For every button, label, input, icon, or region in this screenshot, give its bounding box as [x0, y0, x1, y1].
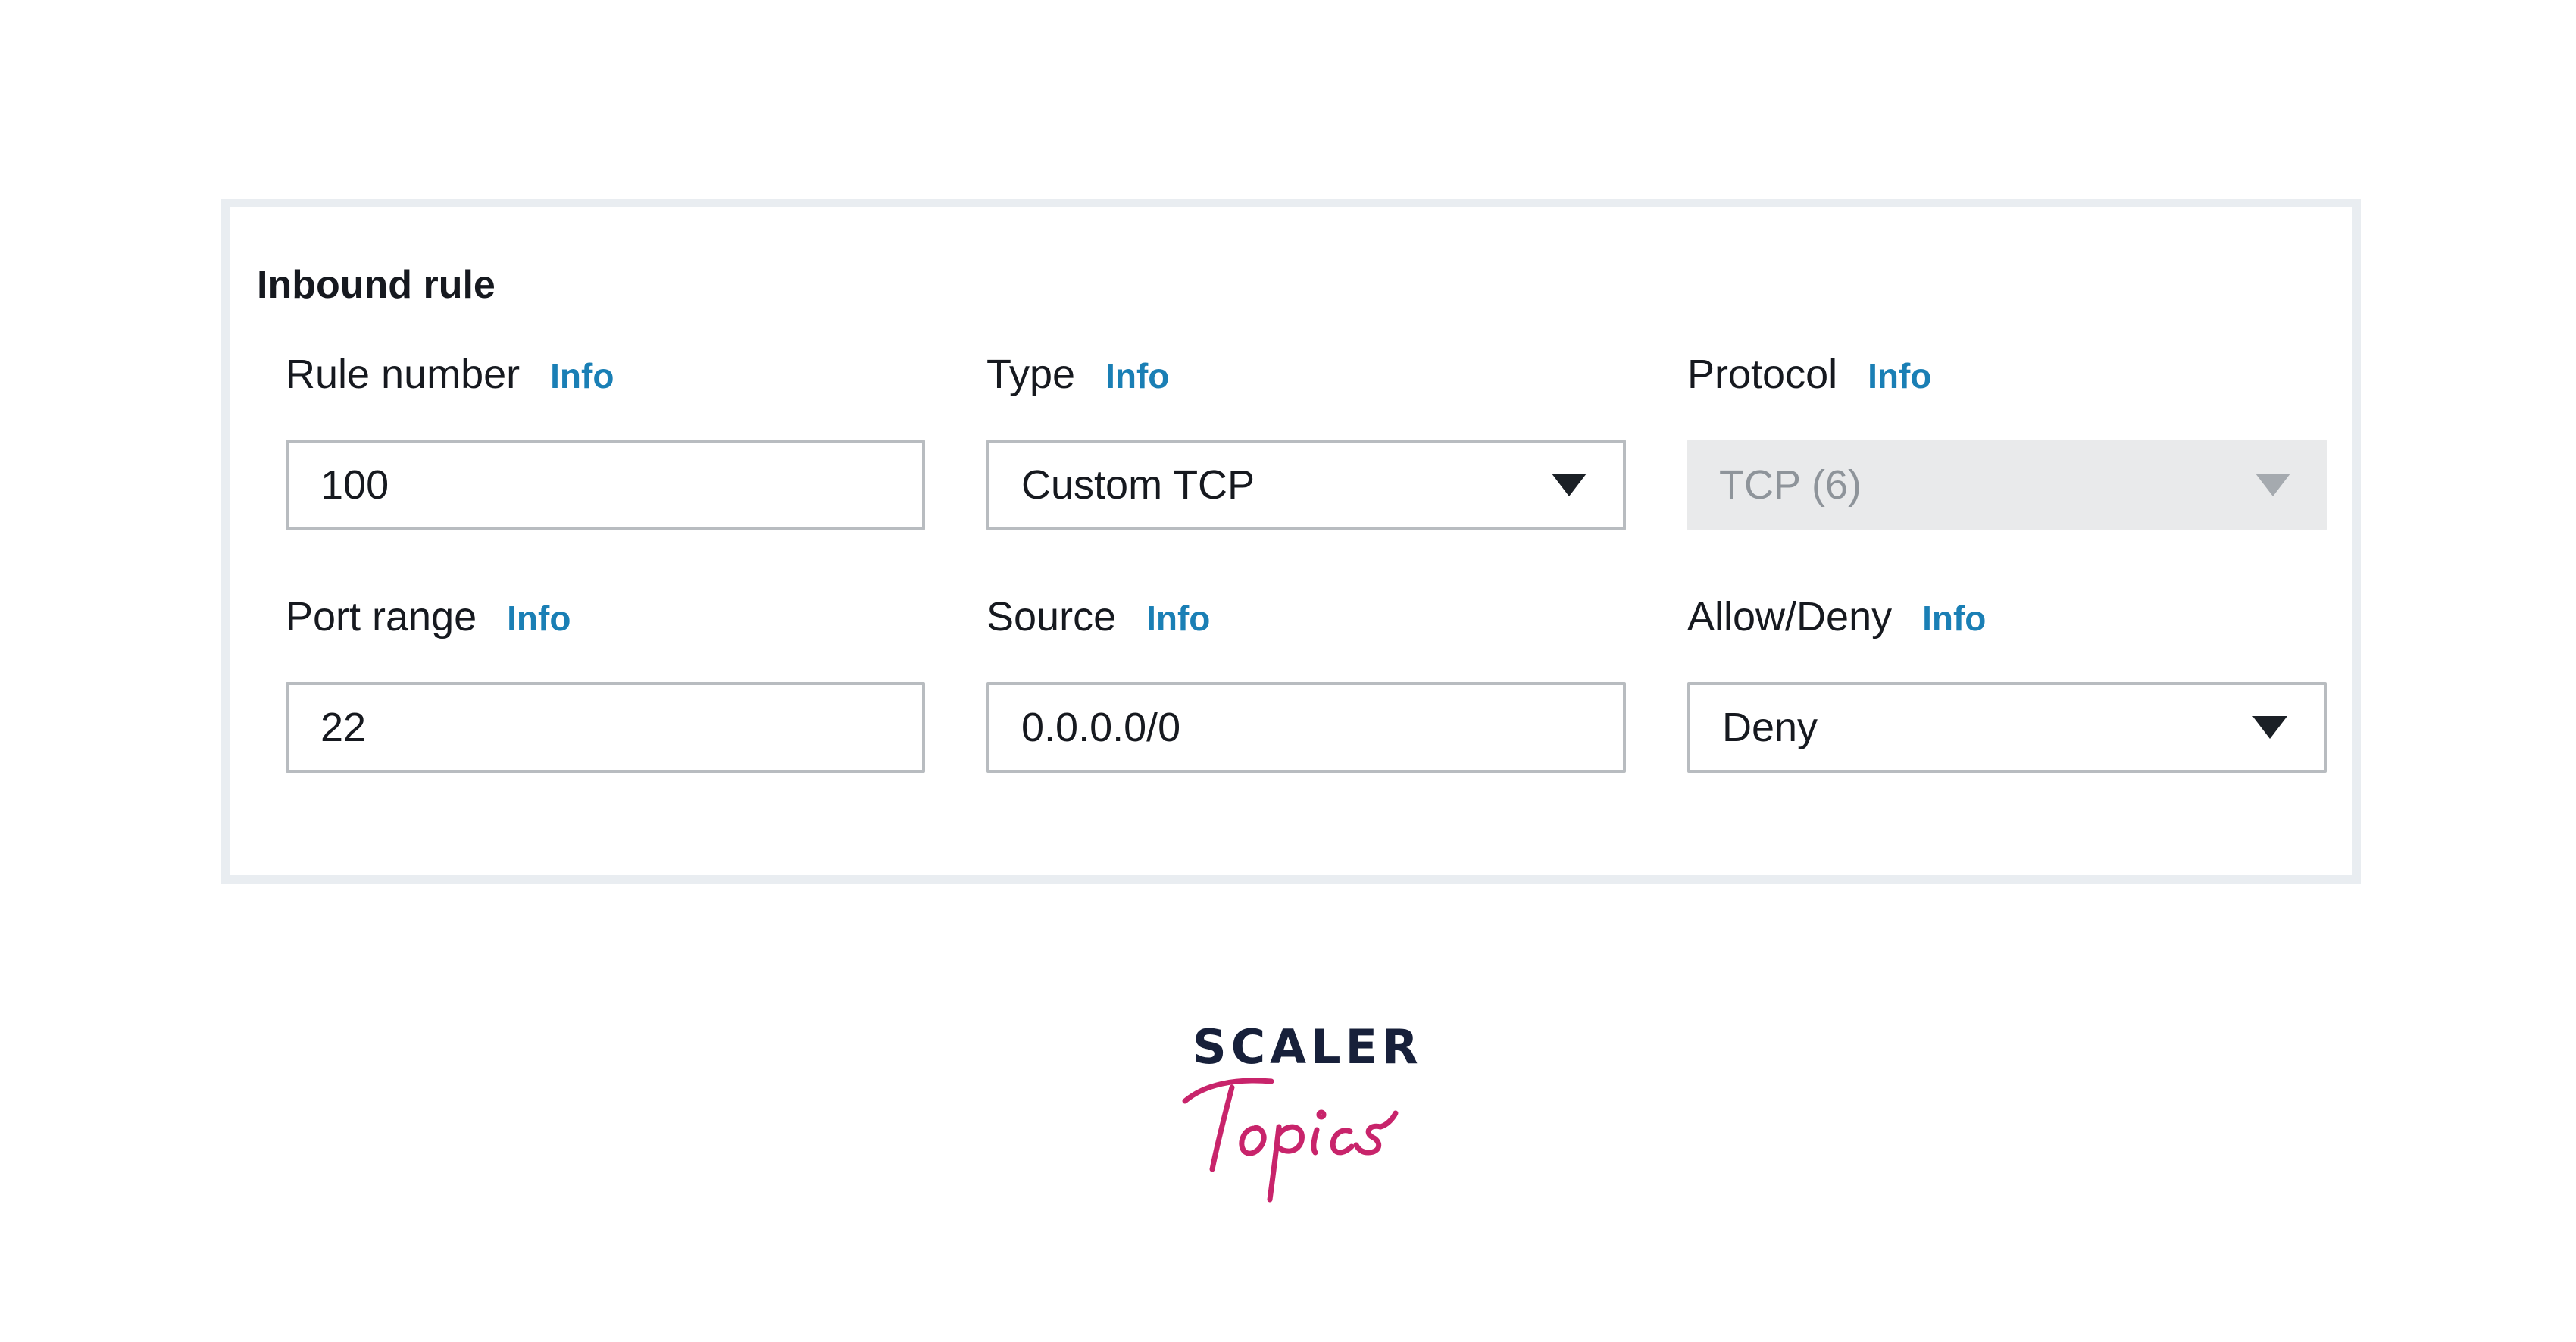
allow-deny-label: Allow/Deny: [1687, 594, 1893, 640]
port-range-info-link[interactable]: Info: [507, 598, 571, 639]
port-range-value: 22: [320, 705, 367, 750]
logo-wordmark: SCALER: [1193, 1019, 1423, 1075]
rule-number-input[interactable]: 100: [286, 440, 925, 530]
caret-down-icon: [2252, 716, 2287, 739]
logo-script-topics: [1182, 1078, 1399, 1203]
scaler-topics-logo: SCALER: [1182, 1019, 1418, 1216]
allow-deny-select[interactable]: Deny: [1687, 682, 2327, 773]
rule-number-value: 100: [320, 462, 389, 508]
rule-number-label: Rule number: [286, 352, 521, 397]
allow-deny-value: Deny: [1722, 705, 1818, 750]
type-info-link[interactable]: Info: [1105, 355, 1169, 396]
source-input[interactable]: 0.0.0.0/0: [986, 682, 1626, 773]
protocol-label-group: Protocol Info: [1687, 351, 1931, 398]
protocol-select: TCP (6): [1687, 440, 2327, 530]
source-label-group: Source Info: [986, 593, 1210, 640]
port-range-label-group: Port range Info: [286, 593, 571, 640]
protocol-label: Protocol: [1687, 352, 1838, 397]
caret-down-icon: [1552, 474, 1587, 496]
type-select[interactable]: Custom TCP: [986, 440, 1626, 530]
inbound-rule-panel: Inbound rule Rule number Info Type Info …: [221, 199, 2361, 884]
type-label-group: Type Info: [986, 351, 1169, 398]
port-range-input[interactable]: 22: [286, 682, 925, 773]
panel-title: Inbound rule: [257, 263, 496, 307]
rule-number-info-link[interactable]: Info: [550, 355, 614, 396]
source-value: 0.0.0.0/0: [1021, 705, 1181, 750]
port-range-label: Port range: [286, 594, 477, 640]
source-label: Source: [986, 594, 1117, 640]
type-label: Type: [986, 352, 1076, 397]
allow-deny-info-link[interactable]: Info: [1922, 598, 1986, 639]
type-value: Custom TCP: [1021, 462, 1255, 508]
protocol-value: TCP (6): [1719, 462, 1862, 508]
protocol-info-link[interactable]: Info: [1868, 355, 1931, 396]
source-info-link[interactable]: Info: [1146, 598, 1210, 639]
rule-number-label-group: Rule number Info: [286, 351, 614, 398]
caret-down-icon: [2256, 474, 2290, 496]
allow-deny-label-group: Allow/Deny Info: [1687, 593, 1986, 640]
